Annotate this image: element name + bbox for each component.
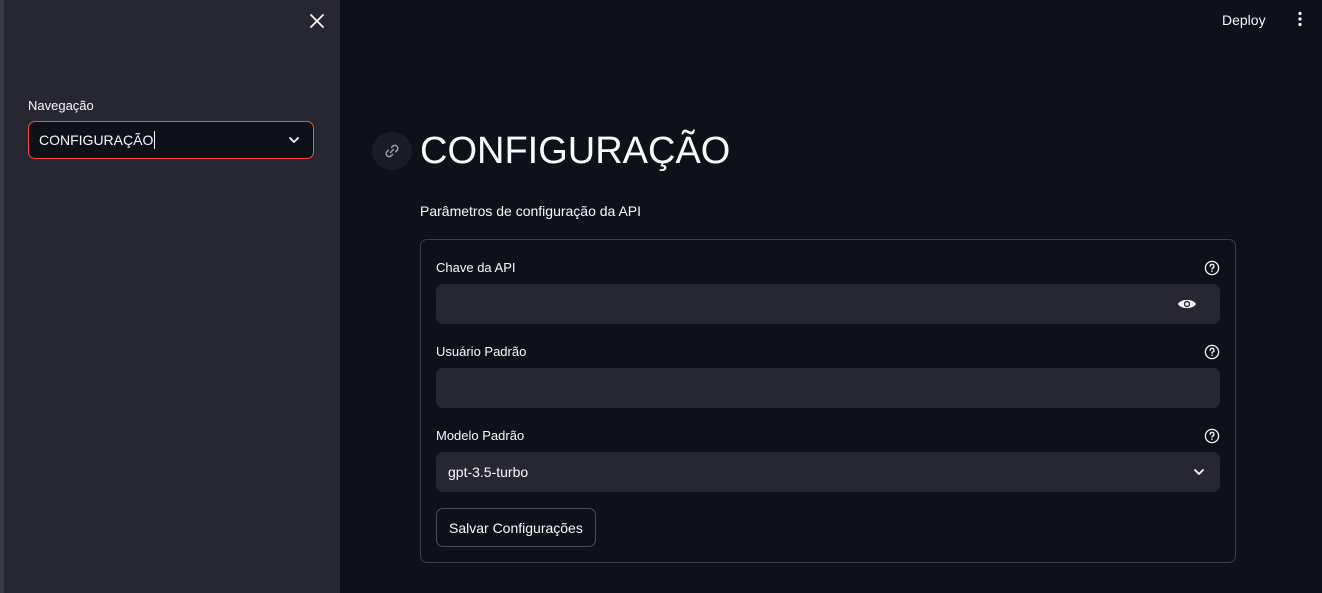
save-settings-button[interactable]: Salvar Configurações: [436, 508, 596, 547]
nav-select[interactable]: CONFIGURAÇÃO: [28, 121, 314, 159]
chevron-down-icon: [1192, 465, 1206, 479]
deploy-button[interactable]: Deploy: [1218, 10, 1270, 30]
eye-icon[interactable]: [1176, 293, 1198, 315]
chevron-down-icon: [287, 133, 301, 147]
default-model-label: Modelo Padrão: [436, 428, 525, 443]
default-model-value: gpt-3.5-turbo: [448, 464, 529, 480]
api-key-label: Chave da API: [436, 260, 516, 275]
link-icon[interactable]: [372, 132, 412, 170]
more-vertical-icon[interactable]: [1290, 9, 1310, 29]
default-user-label: Usuário Padrão: [436, 344, 527, 359]
help-circle-icon[interactable]: [1204, 260, 1220, 276]
nav-label: Navegação: [28, 98, 94, 113]
help-circle-icon[interactable]: [1204, 344, 1220, 360]
nav-selected-text: CONFIGURAÇÃO: [39, 132, 154, 148]
config-form: Chave da API Usuário Padrão Modelo Padrã…: [420, 239, 1236, 563]
close-icon[interactable]: [306, 10, 328, 32]
default-user-input[interactable]: [436, 368, 1220, 408]
help-circle-icon[interactable]: [1204, 428, 1220, 444]
page-subtitle: Parâmetros de configuração da API: [420, 203, 642, 219]
page-title: CONFIGURAÇÃO: [420, 130, 731, 172]
default-model-select[interactable]: gpt-3.5-turbo: [436, 452, 1220, 492]
app: Navegação CONFIGURAÇÃO Deploy CONFIGURAÇ: [0, 0, 1322, 593]
nav-select-value: CONFIGURAÇÃO: [39, 131, 156, 149]
sidebar: Navegação CONFIGURAÇÃO: [4, 0, 340, 593]
text-cursor: [154, 131, 156, 149]
api-key-input[interactable]: [436, 284, 1220, 324]
